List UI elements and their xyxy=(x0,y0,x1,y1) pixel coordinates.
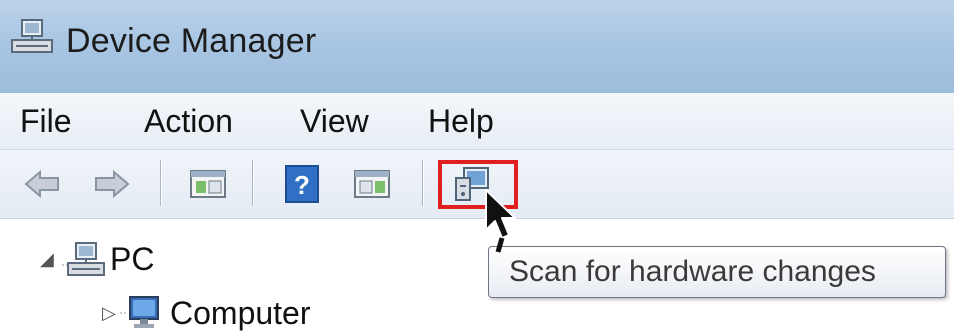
monitor-icon xyxy=(120,293,160,331)
show-hide-action-pane-icon[interactable] xyxy=(352,164,392,204)
device-manager-icon xyxy=(8,18,56,58)
title-bar[interactable]: Device Manager xyxy=(0,0,954,94)
tree-item-computer[interactable]: Computer xyxy=(170,295,311,332)
tooltip-text: Scan for hardware changes xyxy=(509,255,876,288)
collapsed-triangle-icon[interactable]: ▷ xyxy=(102,303,116,324)
svg-text:?: ? xyxy=(294,170,310,200)
show-hide-console-tree-icon[interactable] xyxy=(188,164,228,204)
menu-file[interactable]: File xyxy=(16,101,76,142)
forward-arrow-icon[interactable] xyxy=(92,164,132,204)
back-arrow-icon[interactable] xyxy=(22,164,62,204)
computer-network-icon xyxy=(62,241,106,281)
menu-help[interactable]: Help xyxy=(424,101,498,142)
device-manager-window: Device Manager File Action View Help ? ◢… xyxy=(0,0,954,333)
menu-view[interactable]: View xyxy=(296,101,373,142)
toolbar-separator xyxy=(422,160,424,206)
tree-item-pc[interactable]: PC xyxy=(110,241,154,278)
expanded-triangle-icon[interactable]: ◢ xyxy=(40,249,54,270)
tooltip: Scan for hardware changes xyxy=(488,246,946,298)
window-title: Device Manager xyxy=(66,22,317,60)
toolbar-separator xyxy=(252,160,254,206)
menu-action[interactable]: Action xyxy=(140,101,237,142)
menu-bar: File Action View Help xyxy=(0,93,954,150)
mouse-cursor-icon xyxy=(480,188,526,254)
help-icon[interactable]: ? xyxy=(282,164,322,204)
toolbar-separator xyxy=(160,160,162,206)
